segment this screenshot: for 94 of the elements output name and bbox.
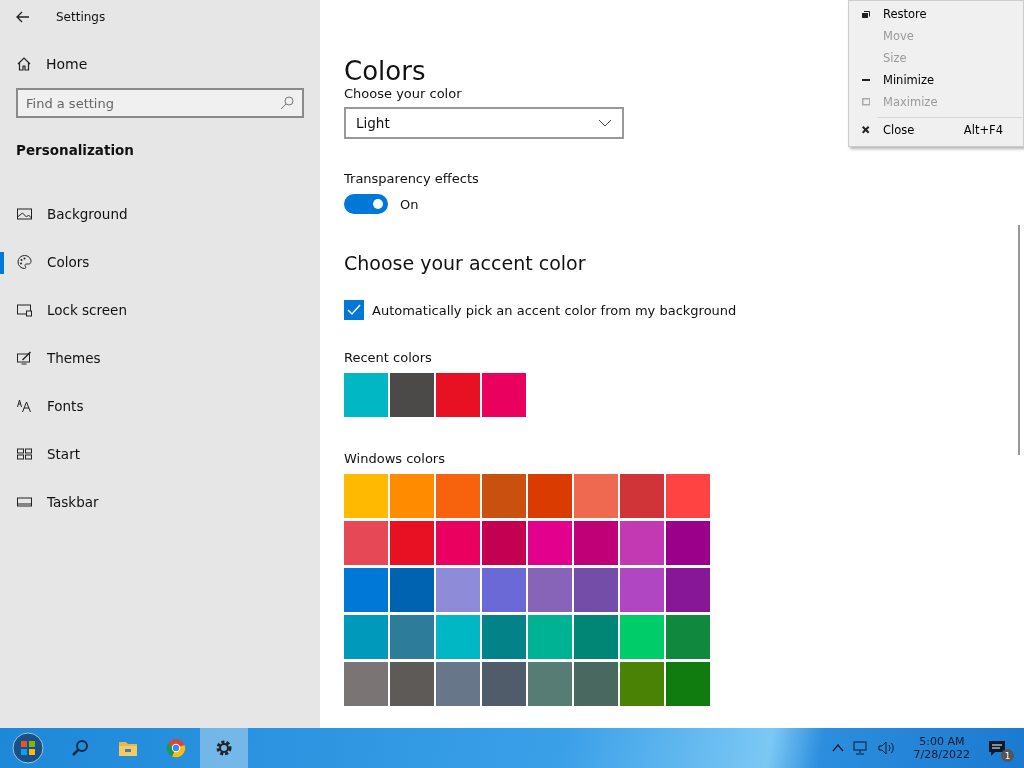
tiles-icon	[16, 446, 33, 462]
toggle-state: On	[400, 196, 419, 212]
page-title: Colors	[344, 56, 426, 86]
color-swatch[interactable]	[482, 474, 526, 518]
menu-item[interactable]: Close Alt+F4	[877, 117, 1023, 142]
search-field[interactable]: Find a setting	[16, 88, 304, 118]
color-swatch[interactable]	[436, 373, 480, 417]
back-arrow-icon[interactable]	[16, 11, 30, 23]
color-swatch[interactable]	[666, 615, 710, 659]
network-icon[interactable]	[851, 740, 870, 756]
chevron-up-icon[interactable]	[831, 744, 844, 752]
color-swatch[interactable]	[528, 474, 572, 518]
sidebar-item[interactable]: Colors	[0, 238, 320, 286]
color-swatch[interactable]	[344, 521, 388, 565]
field-label: Recent colors	[344, 350, 433, 365]
color-swatch[interactable]	[574, 568, 618, 612]
close-icon	[862, 126, 870, 134]
color-swatch[interactable]	[620, 615, 664, 659]
color-swatch[interactable]	[620, 474, 664, 518]
taskbar-icon	[16, 494, 33, 510]
volume-icon[interactable]	[877, 740, 896, 756]
color-swatch[interactable]	[390, 568, 434, 612]
sidebar-item[interactable]: Lock screen	[0, 286, 320, 334]
menu-item[interactable]: Minimize	[849, 69, 1023, 91]
start-orb-icon[interactable]	[12, 732, 44, 764]
field-label: Windows colors	[344, 451, 446, 466]
color-swatch[interactable]	[528, 521, 572, 565]
search-icon	[280, 96, 294, 110]
home-link[interactable]: Home	[16, 56, 320, 72]
image-icon	[16, 206, 33, 222]
menu-item[interactable]: Restore	[849, 3, 1023, 25]
color-swatch[interactable]	[528, 615, 572, 659]
themes-icon	[16, 350, 33, 366]
color-swatch[interactable]	[574, 521, 618, 565]
notification-icon[interactable]	[988, 739, 1006, 757]
color-swatch[interactable]	[528, 662, 572, 706]
field-label: Transparency effects	[344, 171, 480, 186]
lock-screen-icon	[16, 302, 33, 318]
color-mode-dropdown[interactable]: Light	[344, 107, 624, 139]
color-swatch[interactable]	[482, 615, 526, 659]
color-swatch[interactable]	[390, 615, 434, 659]
sidebar-item[interactable]: Taskbar	[0, 478, 320, 526]
color-swatch[interactable]	[436, 568, 480, 612]
palette-icon	[16, 254, 33, 270]
color-swatch[interactable]	[574, 474, 618, 518]
color-swatch[interactable]	[482, 373, 526, 417]
color-swatch[interactable]	[574, 615, 618, 659]
color-swatch[interactable]	[666, 568, 710, 612]
taskbar-button[interactable]	[200, 728, 248, 768]
section-heading: Choose your accent color	[344, 252, 587, 274]
sidebar-item[interactable]: Background	[0, 190, 320, 238]
color-swatch[interactable]	[436, 521, 480, 565]
browser-icon	[165, 737, 187, 759]
color-swatch[interactable]	[528, 568, 572, 612]
color-swatch[interactable]	[482, 662, 526, 706]
color-swatch[interactable]	[666, 521, 710, 565]
clock-time: 5:00 AM	[919, 735, 965, 748]
color-swatch[interactable]	[482, 568, 526, 612]
color-swatch[interactable]	[344, 662, 388, 706]
shortcut-text: Alt+F4	[963, 123, 1003, 137]
color-swatch[interactable]	[482, 521, 526, 565]
color-swatch[interactable]	[344, 568, 388, 612]
color-swatch[interactable]	[390, 662, 434, 706]
color-swatch[interactable]	[390, 521, 434, 565]
minimize-icon	[862, 79, 870, 81]
color-swatch[interactable]	[620, 521, 664, 565]
chevron-down-icon	[598, 119, 612, 127]
color-swatch[interactable]	[390, 474, 434, 518]
restore-icon	[862, 10, 870, 18]
maximize-icon	[861, 98, 871, 106]
color-swatch[interactable]	[344, 474, 388, 518]
section-heading: Personalization	[16, 142, 135, 158]
checkbox[interactable]	[344, 300, 364, 320]
sidebar-item[interactable]: Themes	[0, 334, 320, 382]
home-icon	[16, 56, 32, 72]
window-title: Settings	[56, 10, 106, 24]
sidebar-item[interactable]: Fonts	[0, 382, 320, 430]
color-swatch[interactable]	[620, 568, 664, 612]
color-swatch[interactable]	[574, 662, 618, 706]
color-swatch[interactable]	[666, 474, 710, 518]
sidebar-item[interactable]: Start	[0, 430, 320, 478]
color-swatch[interactable]	[390, 373, 434, 417]
notification-count: 1	[1001, 749, 1014, 762]
toggle-switch[interactable]	[344, 194, 388, 214]
color-swatch[interactable]	[436, 474, 480, 518]
color-swatch[interactable]	[620, 662, 664, 706]
checkbox-label: Automatically pick an accent color from my background	[372, 302, 737, 318]
color-swatch[interactable]	[436, 662, 480, 706]
clock-date: 7/28/2022	[913, 748, 970, 761]
color-swatch[interactable]	[344, 615, 388, 659]
color-swatch[interactable]	[666, 662, 710, 706]
color-swatch[interactable]	[436, 615, 480, 659]
color-swatch[interactable]	[344, 373, 388, 417]
fonts-icon	[16, 398, 33, 414]
